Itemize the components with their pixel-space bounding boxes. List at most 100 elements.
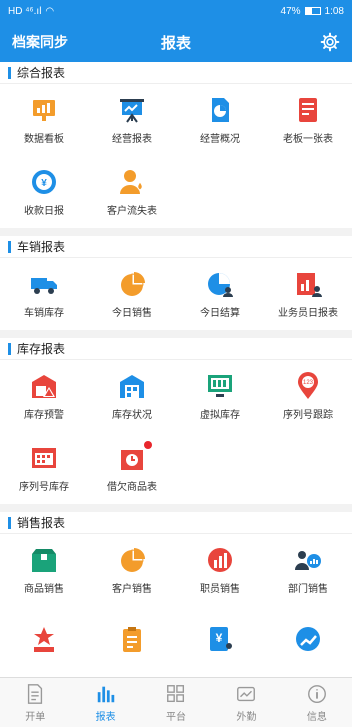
report-grid: 车销库存 今日销售 今日结算 业务员日报表 (0, 258, 352, 330)
bottom-tab-bar: 开单 报表 平台 外勤 信息 (0, 677, 352, 727)
section-header: 车销报表 (0, 236, 352, 258)
report-tile[interactable] (264, 606, 352, 677)
bar-chart-icon (97, 686, 114, 702)
warehouse-icon (118, 372, 146, 400)
section-title: 车销报表 (17, 240, 66, 254)
report-tile[interactable]: 客户流失表 (88, 156, 176, 228)
tab-4[interactable]: 信息 (282, 678, 352, 727)
report-user-icon (294, 270, 322, 298)
report-tile-label: 部门销售 (288, 583, 328, 595)
report-tile-label: 数据看板 (24, 133, 64, 145)
report-tile-label: 客户销售 (112, 583, 152, 595)
report-tile-label: 序列号库存 (19, 481, 69, 493)
report-tile[interactable]: 老板一张表 (264, 84, 352, 156)
truck-icon (30, 270, 58, 298)
wifi-icon: ◠ (45, 5, 55, 17)
report-tile[interactable]: 库存状况 (88, 360, 176, 432)
report-tile[interactable]: 今日结算 (176, 258, 264, 330)
report-tile-label: 老板一张表 (283, 133, 333, 145)
monitor-icon (206, 372, 234, 400)
grid-icon (167, 684, 185, 702)
report-grid: 商品销售 客户销售 职员销售 部门销售 ¥ (0, 534, 352, 677)
report-tile[interactable]: 库存预警 (0, 360, 88, 432)
tab-1[interactable]: 报表 (70, 678, 140, 727)
tab-label: 平台 (166, 711, 187, 723)
report-tile-label: 库存预警 (24, 409, 64, 421)
clock: 1:08 (324, 5, 344, 17)
report-tile-label: 序列号跟踪 (283, 409, 333, 421)
report-tile[interactable]: 商品销售 (0, 534, 88, 606)
section-title: 销售报表 (17, 516, 66, 530)
trend-icon (294, 625, 322, 653)
report-tile-label: 车销库存 (24, 307, 64, 319)
status-left: HD ⁴⁶.ıl ◠ (8, 6, 54, 17)
tab-label: 外勤 (236, 711, 257, 723)
report-tile-label: 借欠商品表 (107, 481, 157, 493)
report-tile[interactable]: 123 序列号跟踪 (264, 360, 352, 432)
star-podium-icon (30, 625, 58, 653)
report-tile[interactable] (0, 606, 88, 677)
presentation-icon (118, 96, 146, 124)
report-tile[interactable]: 今日销售 (88, 258, 176, 330)
svg-text:123: 123 (303, 380, 314, 386)
report-tile[interactable]: 部门销售 (264, 534, 352, 606)
report-tile[interactable]: 业务员日报表 (264, 258, 352, 330)
pie-icon (118, 546, 146, 574)
svg-text:¥: ¥ (41, 178, 47, 189)
status-right: 47% 1:08 (281, 6, 344, 17)
report-tile-label: 收款日报 (24, 205, 64, 217)
report-grid: 库存预警 库存状况 虚拟库存 123 序列号跟踪序列号库存 借欠商品表 (0, 360, 352, 504)
pie-doc-icon (206, 96, 234, 124)
report-tile[interactable]: 序列号库存 (0, 432, 88, 504)
report-grid: 数据看板 经营报表 经营概况 老板一张表 ¥ 收款日报 客户流失表 (0, 84, 352, 228)
report-tile[interactable]: 借欠商品表 (88, 432, 176, 504)
report-tile-label: 虚拟库存 (200, 409, 240, 421)
report-tile-label: 客户流失表 (107, 205, 157, 217)
gear-icon[interactable] (320, 32, 340, 52)
box-icon (30, 546, 58, 574)
battery-icon (304, 7, 321, 15)
tab-label: 报表 (95, 711, 116, 723)
clipboard-icon (118, 625, 146, 653)
box-clock-icon (118, 440, 152, 472)
report-tile[interactable]: 经营概况 (176, 84, 264, 156)
report-tile-label: 业务员日报表 (278, 307, 338, 319)
svg-text:¥: ¥ (216, 631, 223, 645)
section-title: 库存报表 (17, 342, 66, 356)
signal-text: HD ⁴⁶.ıl (8, 5, 42, 17)
tab-2[interactable]: 平台 (141, 678, 211, 727)
report-tile-label: 商品销售 (24, 583, 64, 595)
section-accent-bar (8, 66, 11, 79)
location-123-icon: 123 (294, 371, 322, 400)
report-tile[interactable] (88, 606, 176, 677)
yen-doc-icon: ¥ (206, 625, 234, 653)
report-tile[interactable]: 数据看板 (0, 84, 88, 156)
pie-user-icon (206, 270, 234, 298)
report-tile-label: 今日销售 (112, 307, 152, 319)
notification-dot (144, 440, 152, 449)
status-bar: HD ⁴⁶.ıl ◠ 47% 1:08 (0, 0, 352, 22)
map-icon (237, 686, 256, 701)
report-tile[interactable]: ¥ (176, 606, 264, 677)
report-list[interactable]: 综合报表数据看板 经营报表 经营概况 老板一张表 ¥ 收款日报 客户流失表车销报表车销库存 今… (0, 62, 352, 677)
section-title: 综合报表 (17, 66, 66, 80)
serial-grid-icon (30, 444, 58, 472)
report-tile[interactable]: 职员销售 (176, 534, 264, 606)
battery-percent: 47% (280, 5, 301, 17)
tab-3[interactable]: 外勤 (211, 678, 281, 727)
report-tile[interactable]: ¥ 收款日报 (0, 156, 88, 228)
section-header: 综合报表 (0, 62, 352, 84)
clock-yen-icon: ¥ (30, 168, 58, 196)
report-tile[interactable]: 客户销售 (88, 534, 176, 606)
tab-0[interactable]: 开单 (0, 678, 70, 727)
sheet-icon (294, 96, 322, 124)
report-tile[interactable]: 经营报表 (88, 84, 176, 156)
report-section: 综合报表数据看板 经营报表 经营概况 老板一张表 ¥ 收款日报 客户流失表 (0, 62, 352, 228)
report-tile-label: 今日结算 (200, 307, 240, 319)
sync-button[interactable]: 档案同步 (12, 32, 68, 52)
report-tile[interactable]: 车销库存 (0, 258, 88, 330)
section-accent-bar (8, 516, 11, 529)
document-icon (28, 683, 43, 704)
report-tile[interactable]: 虚拟库存 (176, 360, 264, 432)
report-tile-label: 职员销售 (200, 583, 240, 595)
